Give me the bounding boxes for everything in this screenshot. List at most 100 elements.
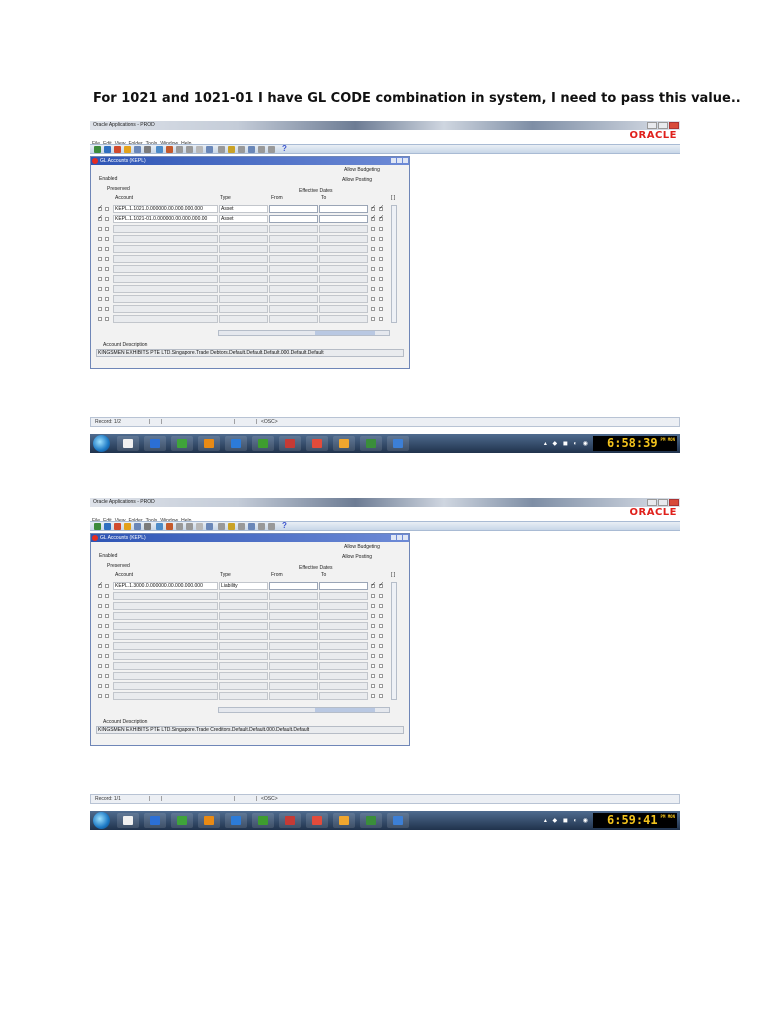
allow-posting-checkbox[interactable] bbox=[379, 267, 383, 271]
to-date-cell[interactable] bbox=[319, 235, 368, 243]
enabled-checkbox[interactable] bbox=[98, 204, 103, 211]
taskbar-app-icon[interactable] bbox=[117, 436, 139, 451]
form-maximize-icon[interactable] bbox=[397, 158, 402, 163]
type-cell[interactable] bbox=[219, 662, 268, 670]
toolbar-icon[interactable] bbox=[238, 523, 245, 530]
toolbar-icon[interactable] bbox=[238, 146, 245, 153]
to-date-cell[interactable] bbox=[319, 255, 368, 263]
allow-budgeting-checkbox[interactable] bbox=[371, 317, 375, 321]
account-cell[interactable]: KEPL.1.3000.0.000000.00.000.000.000 bbox=[113, 582, 218, 590]
toolbar-icon[interactable] bbox=[124, 146, 131, 153]
allow-budgeting-checkbox[interactable] bbox=[371, 267, 375, 271]
account-cell[interactable] bbox=[113, 225, 218, 233]
allow-posting-checkbox[interactable] bbox=[379, 624, 383, 628]
to-date-cell[interactable] bbox=[319, 672, 368, 680]
allow-budgeting-checkbox[interactable] bbox=[371, 257, 375, 261]
to-date-cell[interactable] bbox=[319, 245, 368, 253]
type-cell[interactable] bbox=[219, 602, 268, 610]
vertical-scrollbar[interactable] bbox=[391, 582, 397, 700]
from-date-cell[interactable] bbox=[269, 652, 318, 660]
enabled-checkbox[interactable] bbox=[98, 277, 102, 281]
account-cell[interactable] bbox=[113, 315, 218, 323]
from-date-cell[interactable] bbox=[269, 305, 318, 313]
taskbar-app-icon[interactable] bbox=[333, 436, 355, 451]
allow-budgeting-checkbox[interactable] bbox=[371, 307, 375, 311]
type-cell[interactable]: Asset bbox=[219, 215, 268, 223]
type-cell[interactable] bbox=[219, 652, 268, 660]
toolbar-icon[interactable] bbox=[258, 523, 265, 530]
to-date-cell[interactable] bbox=[319, 682, 368, 690]
toolbar-icon[interactable] bbox=[248, 523, 255, 530]
preserved-checkbox[interactable] bbox=[105, 317, 109, 321]
horizontal-scrollbar[interactable] bbox=[218, 707, 390, 713]
form-minimize-icon[interactable] bbox=[391, 158, 396, 163]
taskbar-app-icon[interactable] bbox=[279, 436, 301, 451]
to-date-cell[interactable] bbox=[319, 652, 368, 660]
from-date-cell[interactable] bbox=[269, 255, 318, 263]
preserved-checkbox[interactable] bbox=[105, 237, 109, 241]
enabled-checkbox[interactable] bbox=[98, 634, 102, 638]
from-date-cell[interactable] bbox=[269, 602, 318, 610]
type-cell[interactable]: Asset bbox=[219, 205, 268, 213]
type-cell[interactable] bbox=[219, 612, 268, 620]
from-date-cell[interactable] bbox=[269, 205, 318, 213]
taskbar-app-icon[interactable] bbox=[387, 813, 409, 828]
preserved-checkbox[interactable] bbox=[105, 247, 109, 251]
from-date-cell[interactable] bbox=[269, 662, 318, 670]
to-date-cell[interactable] bbox=[319, 642, 368, 650]
allow-budgeting-checkbox[interactable] bbox=[371, 664, 375, 668]
allow-posting-checkbox[interactable] bbox=[379, 227, 383, 231]
to-date-cell[interactable] bbox=[319, 592, 368, 600]
preserved-checkbox[interactable] bbox=[105, 634, 109, 638]
toolbar-icon[interactable] bbox=[258, 146, 265, 153]
toolbar-icon[interactable] bbox=[166, 523, 173, 530]
to-date-cell[interactable] bbox=[319, 275, 368, 283]
allow-budgeting-checkbox[interactable] bbox=[371, 277, 375, 281]
type-cell[interactable] bbox=[219, 225, 268, 233]
taskbar-app-icon[interactable] bbox=[198, 436, 220, 451]
account-description-field[interactable]: KINGSMEN EXHIBITS PTE LTD.Singapore.Trad… bbox=[96, 349, 404, 357]
taskbar-app-icon[interactable] bbox=[144, 436, 166, 451]
preserved-checkbox[interactable] bbox=[105, 227, 109, 231]
toolbar-icon[interactable] bbox=[218, 523, 225, 530]
account-cell[interactable] bbox=[113, 662, 218, 670]
help-icon[interactable]: ? bbox=[282, 521, 287, 530]
enabled-checkbox[interactable] bbox=[98, 644, 102, 648]
account-cell[interactable] bbox=[113, 692, 218, 700]
allow-posting-checkbox[interactable] bbox=[379, 604, 383, 608]
allow-budgeting-checkbox[interactable] bbox=[371, 227, 375, 231]
type-cell[interactable] bbox=[219, 632, 268, 640]
help-icon[interactable]: ? bbox=[282, 144, 287, 153]
taskbar-app-icon[interactable] bbox=[306, 436, 328, 451]
preserved-checkbox[interactable] bbox=[105, 674, 109, 678]
maximize-icon[interactable] bbox=[658, 122, 668, 129]
preserved-checkbox[interactable] bbox=[105, 654, 109, 658]
allow-posting-checkbox[interactable] bbox=[379, 581, 384, 588]
type-cell[interactable] bbox=[219, 285, 268, 293]
from-date-cell[interactable] bbox=[269, 245, 318, 253]
from-date-cell[interactable] bbox=[269, 275, 318, 283]
allow-posting-checkbox[interactable] bbox=[379, 674, 383, 678]
preserved-checkbox[interactable] bbox=[105, 594, 109, 598]
toolbar-icon[interactable] bbox=[206, 146, 213, 153]
to-date-cell[interactable] bbox=[319, 315, 368, 323]
enabled-checkbox[interactable] bbox=[98, 227, 102, 231]
allow-budgeting-checkbox[interactable] bbox=[371, 214, 376, 221]
enabled-checkbox[interactable] bbox=[98, 654, 102, 658]
type-cell[interactable] bbox=[219, 672, 268, 680]
allow-budgeting-checkbox[interactable] bbox=[371, 237, 375, 241]
account-cell[interactable] bbox=[113, 265, 218, 273]
form-minimize-icon[interactable] bbox=[391, 535, 396, 540]
toolbar-icon[interactable] bbox=[124, 523, 131, 530]
from-date-cell[interactable] bbox=[269, 265, 318, 273]
to-date-cell[interactable] bbox=[319, 632, 368, 640]
taskbar-app-icon[interactable] bbox=[279, 813, 301, 828]
allow-budgeting-checkbox[interactable] bbox=[371, 684, 375, 688]
allow-budgeting-checkbox[interactable] bbox=[371, 624, 375, 628]
enabled-checkbox[interactable] bbox=[98, 257, 102, 261]
toolbar-icon[interactable] bbox=[94, 523, 101, 530]
type-cell[interactable] bbox=[219, 305, 268, 313]
allow-posting-checkbox[interactable] bbox=[379, 277, 383, 281]
from-date-cell[interactable] bbox=[269, 642, 318, 650]
toolbar-icon[interactable] bbox=[134, 523, 141, 530]
